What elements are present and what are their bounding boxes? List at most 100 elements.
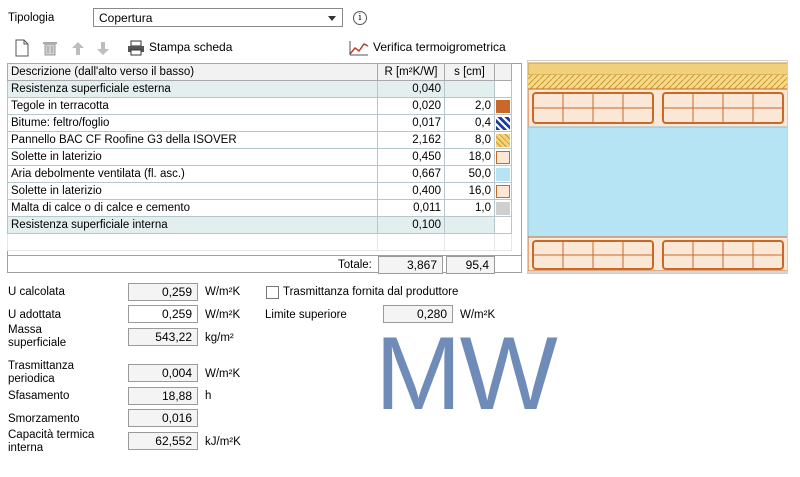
u-adopt-unit: W/m²K bbox=[205, 309, 241, 321]
header-s[interactable]: s [cm] bbox=[444, 63, 495, 81]
table-row[interactable]: Malta di calce o di calce e cemento 0,011… bbox=[7, 199, 512, 217]
layer-r-value: 0,020 bbox=[377, 97, 445, 115]
table-row[interactable]: Solette in laterizio 0,450 18,0 bbox=[7, 148, 512, 166]
cap-label: Capacità termica interna bbox=[8, 429, 95, 454]
printer-icon[interactable] bbox=[127, 40, 145, 56]
u-calc-label: U calcolata bbox=[8, 286, 65, 298]
material-insulation-icon bbox=[496, 133, 510, 147]
layer-r-value: 0,017 bbox=[377, 114, 445, 132]
material-bitumen-icon bbox=[496, 116, 510, 130]
layer-r-value: 0,400 bbox=[377, 182, 445, 200]
layer-brick-bottom bbox=[528, 236, 787, 272]
layer-r-value: 2,162 bbox=[377, 131, 445, 149]
producer-checkbox-label[interactable]: Trasmittanza fornita dal produttore bbox=[283, 286, 458, 299]
u-adopt-label: U adottata bbox=[8, 309, 62, 321]
layer-s-value[interactable]: 1,0 bbox=[444, 199, 495, 217]
sfas-label: Sfasamento bbox=[8, 390, 70, 402]
empty-row bbox=[7, 233, 512, 251]
layer-s-value[interactable]: 8,0 bbox=[444, 131, 495, 149]
layer-swatch bbox=[494, 131, 512, 149]
tipologia-select[interactable]: Copertura bbox=[93, 8, 343, 27]
layer-air bbox=[528, 126, 787, 238]
material-terracotta-icon bbox=[496, 99, 510, 113]
layer-description: Pannello BAC CF Roofine G3 della ISOVER bbox=[7, 131, 378, 149]
table-row[interactable]: Resistenza superficiale interna 0,100 bbox=[7, 216, 512, 234]
smorz-value: 0,016 bbox=[128, 409, 198, 427]
material-brick-icon bbox=[496, 184, 510, 198]
layer-tiles bbox=[528, 62, 787, 76]
layer-r-value: 0,100 bbox=[377, 216, 445, 234]
layer-description: Tegole in terracotta bbox=[7, 97, 378, 115]
u-calc-unit: W/m²K bbox=[205, 286, 241, 298]
header-swatch bbox=[494, 63, 512, 81]
material-brick-icon bbox=[496, 150, 510, 164]
print-button[interactable]: Stampa scheda bbox=[149, 40, 232, 54]
total-r-value: 3,867 bbox=[378, 256, 443, 274]
layer-r-value: 0,667 bbox=[377, 165, 445, 183]
table-row[interactable]: Tegole in terracotta 0,020 2,0 bbox=[7, 97, 512, 115]
table-row[interactable]: Resistenza superficiale esterna 0,040 bbox=[7, 80, 512, 98]
layer-swatch bbox=[494, 216, 512, 234]
tipologia-value: Copertura bbox=[99, 11, 153, 25]
layer-s-value[interactable]: 18,0 bbox=[444, 148, 495, 166]
arrow-up-icon[interactable] bbox=[70, 40, 86, 56]
header-r[interactable]: R [m²K/W] bbox=[377, 63, 445, 81]
chevron-down-icon bbox=[328, 16, 336, 21]
trasm-unit: W/m²K bbox=[205, 368, 241, 380]
layer-insulation bbox=[528, 75, 787, 89]
massa-value: 543,22 bbox=[128, 328, 198, 346]
massa-unit: kg/m² bbox=[205, 332, 234, 344]
stratigraphy-drawing bbox=[528, 62, 787, 273]
table-row[interactable]: Pannello BAC CF Roofine G3 della ISOVER 2… bbox=[7, 131, 512, 149]
layer-description: Solette in laterizio bbox=[7, 148, 378, 166]
sfas-unit: h bbox=[205, 390, 212, 402]
stratigraphy-preview bbox=[527, 60, 788, 274]
layer-s-value[interactable] bbox=[444, 80, 495, 98]
total-label: Totale: bbox=[338, 259, 372, 271]
layer-s-value[interactable]: 0,4 bbox=[444, 114, 495, 132]
header-description[interactable]: Descrizione (dall'alto verso il basso) bbox=[7, 63, 378, 81]
layer-s-value[interactable] bbox=[444, 216, 495, 234]
verify-button[interactable]: Verifica termoigrometrica bbox=[373, 40, 506, 54]
delete-icon[interactable] bbox=[42, 40, 58, 56]
layer-s-value[interactable]: 50,0 bbox=[444, 165, 495, 183]
layer-description: Solette in laterizio bbox=[7, 182, 378, 200]
sfas-value: 18,88 bbox=[128, 387, 198, 405]
layer-r-value: 0,450 bbox=[377, 148, 445, 166]
layer-swatch bbox=[494, 148, 512, 166]
layer-swatch bbox=[494, 97, 512, 115]
chart-icon[interactable] bbox=[349, 40, 369, 56]
limit-label: Limite superiore bbox=[265, 309, 347, 321]
layer-s-value[interactable]: 2,0 bbox=[444, 97, 495, 115]
layer-description: Resistenza superficiale interna bbox=[7, 216, 378, 234]
layer-swatch bbox=[494, 165, 512, 183]
cap-unit: kJ/m²K bbox=[205, 436, 241, 448]
u-adopt-input[interactable]: 0,259 bbox=[128, 305, 198, 323]
table-row[interactable]: Solette in laterizio 0,400 16,0 bbox=[7, 182, 512, 200]
massa-label: Massa superficiale bbox=[8, 324, 67, 349]
table-row[interactable]: Bitume: feltro/foglio 0,017 0,4 bbox=[7, 114, 512, 132]
layer-r-value: 0,011 bbox=[377, 199, 445, 217]
info-icon[interactable]: i bbox=[353, 11, 367, 25]
layers-table: Descrizione (dall'alto verso il basso) R… bbox=[7, 63, 512, 251]
layer-description: Resistenza superficiale esterna bbox=[7, 80, 378, 98]
new-document-icon[interactable] bbox=[14, 39, 30, 57]
smorz-label: Smorzamento bbox=[8, 413, 80, 425]
layer-brick-top bbox=[528, 88, 787, 128]
layer-description: Malta di calce o di calce e cemento bbox=[7, 199, 378, 217]
material-mortar-icon bbox=[496, 201, 510, 215]
layer-swatch bbox=[494, 114, 512, 132]
producer-checkbox[interactable] bbox=[266, 286, 279, 299]
layer-description: Aria debolmente ventilata (fl. asc.) bbox=[7, 165, 378, 183]
layer-r-value: 0,040 bbox=[377, 80, 445, 98]
table-row[interactable]: Aria debolmente ventilata (fl. asc.) 0,66… bbox=[7, 165, 512, 183]
total-s-value: 95,4 bbox=[446, 256, 495, 274]
layer-s-value[interactable]: 16,0 bbox=[444, 182, 495, 200]
total-row: Totale: 3,867 95,4 bbox=[7, 255, 522, 274]
layer-swatch bbox=[494, 80, 512, 98]
arrow-down-icon[interactable] bbox=[95, 40, 111, 56]
layer-swatch bbox=[494, 182, 512, 200]
trasm-value: 0,004 bbox=[128, 364, 198, 382]
cap-value: 62,552 bbox=[128, 432, 198, 450]
layer-swatch bbox=[494, 199, 512, 217]
